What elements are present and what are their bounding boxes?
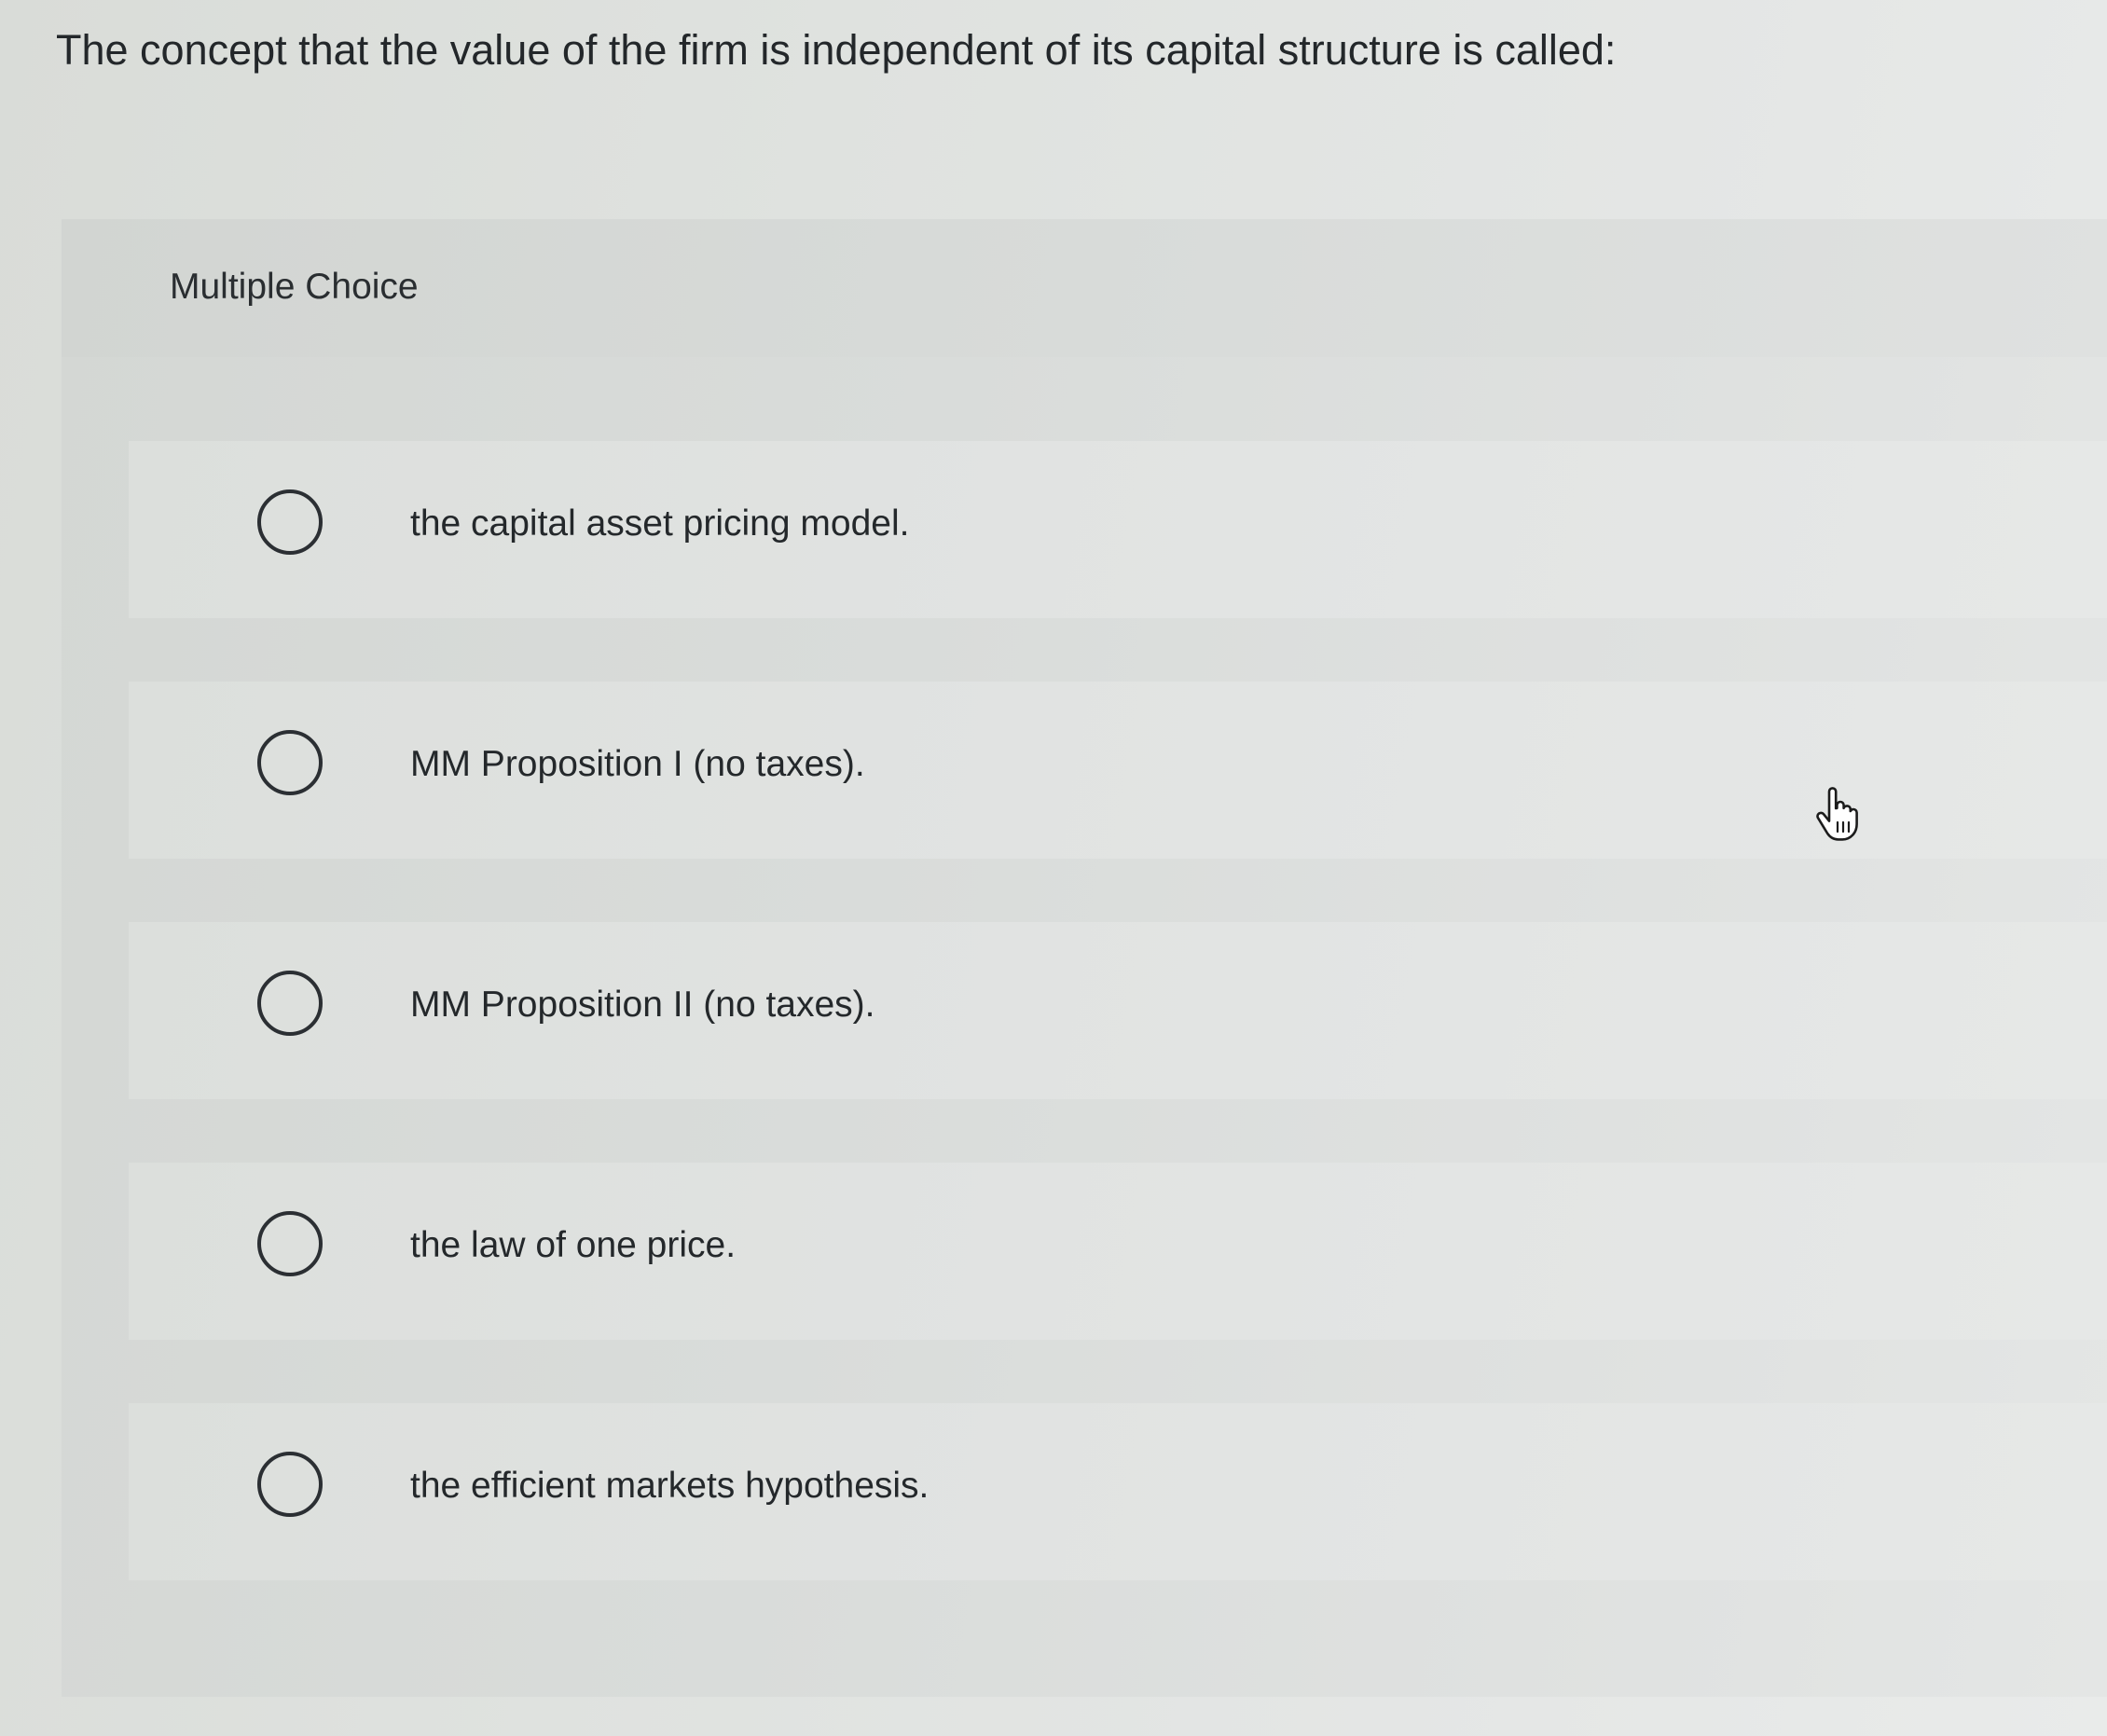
radio-button-icon[interactable]	[257, 489, 323, 555]
answer-option-label: the capital asset pricing model.	[410, 503, 910, 544]
radio-button-icon[interactable]	[257, 971, 323, 1036]
radio-button-icon[interactable]	[257, 730, 323, 795]
answer-option-label: MM Proposition II (no taxes).	[410, 985, 875, 1025]
answer-options-list: the capital asset pricing model. MM Prop…	[129, 441, 2107, 1644]
radio-button-icon[interactable]	[257, 1452, 323, 1517]
answer-option-label: MM Proposition I (no taxes).	[410, 744, 865, 784]
panel-header: Multiple Choice	[62, 219, 2107, 357]
hand-pointer-icon	[1812, 787, 1865, 843]
multiple-choice-panel: Multiple Choice the capital asset pricin…	[62, 219, 2107, 1697]
radio-button-icon[interactable]	[257, 1211, 323, 1276]
answer-option-1[interactable]: the capital asset pricing model.	[129, 441, 2107, 618]
question-type-label: Multiple Choice	[170, 267, 419, 307]
answer-option-5[interactable]: the efficient markets hypothesis.	[129, 1403, 2107, 1580]
answer-option-4[interactable]: the law of one price.	[129, 1163, 2107, 1340]
answer-option-label: the law of one price.	[410, 1225, 737, 1265]
question-text: The concept that the value of the firm i…	[56, 26, 1617, 74]
answer-option-label: the efficient markets hypothesis.	[410, 1466, 930, 1506]
answer-option-3[interactable]: MM Proposition II (no taxes).	[129, 922, 2107, 1099]
answer-option-2[interactable]: MM Proposition I (no taxes).	[129, 682, 2107, 859]
